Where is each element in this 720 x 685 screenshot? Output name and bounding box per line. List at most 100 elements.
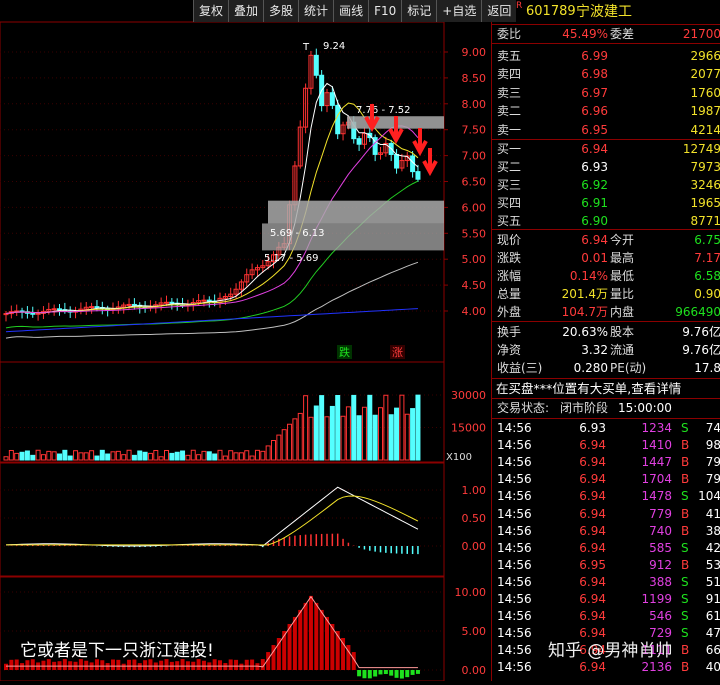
ask-row[interactable]: 卖一 6.95 4214 [492, 121, 720, 139]
stock-header[interactable]: L R 601789 宁波建工 [492, 0, 720, 24]
ask-row[interactable]: 卖二 6.96 1987 [492, 102, 720, 120]
trade-row: 14:56 6.93 1234 S 74 [492, 420, 720, 437]
volume-bar [8, 449, 14, 461]
stat-row: 净资 3.32 流通 9.76亿 [492, 341, 720, 359]
trade-count: 79 [705, 472, 720, 487]
trade-price: 6.95 [579, 557, 606, 572]
candle-body [169, 301, 175, 304]
volume-bar [3, 456, 9, 461]
toolbar-button-4[interactable]: 画线 [333, 0, 369, 22]
volume-bar [297, 412, 303, 461]
volume-bar [335, 395, 341, 461]
bid-row[interactable]: 买五 6.90 8771 [492, 212, 720, 230]
stat-value: 966490 [675, 305, 720, 319]
stat-value: 0.01 [581, 251, 608, 265]
toolbar-button-5[interactable]: F10 [368, 0, 402, 22]
trade-side: B [681, 438, 690, 453]
volume-bar [329, 405, 335, 461]
volume-bar [46, 450, 52, 461]
candle [67, 306, 73, 318]
trade-volume: 1199 [641, 592, 672, 606]
trade-side: B [681, 643, 690, 658]
macd-tick-label: 0.50 [462, 512, 487, 525]
ask-volume: 1760 [690, 85, 720, 100]
trade-row: 14:56 6.94 779 B 41 [492, 506, 720, 523]
bid-row[interactable]: 买三 6.92 3246 [492, 176, 720, 194]
ask-row[interactable]: 卖三 6.97 1760 [492, 84, 720, 102]
chart-canvas[interactable]: 9.00 8.50 8.00 7.50 7.00 6.50 6.00 5.50 5.00 4.50… [0, 0, 490, 682]
toolbar-button-6[interactable]: 标记 [401, 0, 437, 22]
trade-side: B [681, 523, 690, 538]
volume-bar [201, 450, 207, 461]
ma60-line [5, 261, 419, 339]
candle-body [201, 299, 207, 302]
lower-indicator-bar [201, 660, 206, 670]
price-tick-label: 7.00 [462, 150, 487, 163]
trade-time: 14:56 [497, 609, 532, 624]
candle [378, 147, 383, 160]
stat-label: 换手 [497, 325, 522, 339]
bid-row[interactable]: 买二 6.93 7973 [492, 158, 720, 176]
toolbar-button-7[interactable]: +自选 [436, 0, 482, 22]
toolbar-button-0[interactable]: 复权 [193, 0, 229, 22]
lower-indicator-bar [159, 660, 164, 670]
lower-indicator-bar [399, 670, 404, 679]
trade-volume: 1447 [641, 455, 672, 470]
candle [324, 88, 330, 113]
candle-body [415, 171, 421, 180]
lower-indicator-bar [228, 659, 233, 670]
trade-volume: 1704 [641, 472, 672, 487]
toolbar-button-8[interactable]: 返回 [481, 0, 517, 22]
trade-count: 51 [705, 574, 720, 589]
bid-price: 6.94 [581, 142, 608, 156]
ask-price: 6.99 [581, 49, 608, 63]
volume-bar [78, 452, 84, 461]
trade-time: 14:56 [497, 574, 532, 589]
trade-count: 38 [705, 523, 720, 538]
toolbar-button-2[interactable]: 多股 [263, 0, 299, 22]
stat-row: 换手 20.63% 股本 9.76亿 [492, 323, 720, 341]
bid-row[interactable]: 买一 6.94 12749 [492, 140, 720, 158]
trade-side: B [681, 557, 690, 572]
stat-value: 0.280 [573, 361, 608, 376]
candle [19, 307, 25, 319]
price-tick-label: 6.50 [462, 176, 487, 189]
volume-bar [292, 418, 298, 461]
lower-indicator-bar [234, 659, 239, 670]
kline-chart-area[interactable]: 9.00 8.50 8.00 7.50 7.00 6.50 6.00 5.50 5.00 4.50… [0, 0, 490, 682]
lower-indicator-bar [367, 670, 372, 679]
ask-row[interactable]: 卖五 6.99 2966 [492, 47, 720, 65]
volume-bar [222, 455, 228, 461]
red-arrow [422, 148, 438, 177]
stat-value: 20.63% [562, 325, 608, 339]
candle-body [335, 104, 341, 135]
trade-volume: 1478 [641, 489, 672, 504]
ask-volume: 4214 [690, 122, 720, 137]
lower-indicator-bar [298, 609, 303, 670]
high-label: 9.24 [323, 41, 345, 52]
volume-bar [281, 429, 287, 461]
stat-label: 内盘 [610, 305, 635, 319]
volume-bar [30, 454, 36, 461]
trade-count: 74 [705, 421, 720, 435]
weibi-value: 45.49% [562, 27, 608, 41]
trade-side: B [681, 472, 690, 487]
volume-bar [206, 451, 212, 461]
volume-bar [196, 454, 202, 461]
volume-bar [324, 416, 330, 461]
ask-row[interactable]: 卖四 6.98 2077 [492, 65, 720, 83]
trade-time: 14:56 [497, 626, 532, 641]
trade-row: 14:56 6.94 1410 B 98 [492, 437, 720, 454]
zone2-label: 5.17 - 5.69 [264, 253, 319, 264]
big-order-notice[interactable]: 在买盘***位置有大买单,查看详情 [492, 380, 720, 398]
toolbar-button-3[interactable]: 统计 [298, 0, 334, 22]
candle-body [94, 306, 100, 309]
volume-bar [94, 455, 100, 461]
stat-row: 总量 201.4万 量比 0.90 [492, 285, 720, 303]
lower-indicator-bar [250, 659, 255, 670]
bid-row[interactable]: 买四 6.91 1965 [492, 194, 720, 212]
candle [356, 135, 362, 151]
trade-price: 6.93 [579, 421, 606, 435]
toolbar-button-1[interactable]: 叠加 [228, 0, 264, 22]
ask-label: 卖三 [497, 85, 522, 100]
